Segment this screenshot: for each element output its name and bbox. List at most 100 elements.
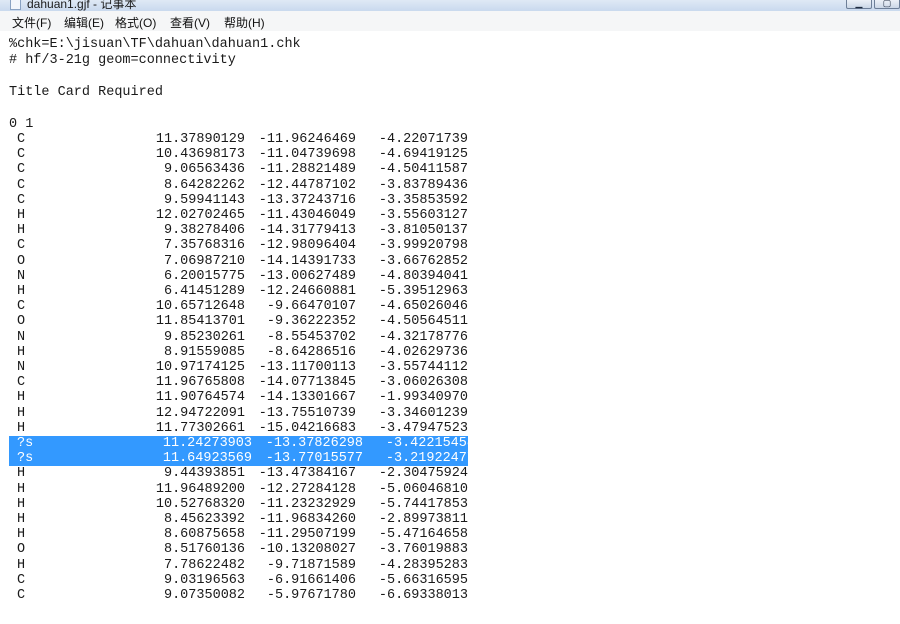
menu-file[interactable]: 文件(F) [12,14,51,31]
atom-coord-x: 7.35768316 [163,238,245,254]
atom-coord-y: -13.75510739 [258,405,356,421]
title-bar[interactable]: dahuan1.gjf - 记事本 ▁ ▢ [0,0,900,11]
atom-element: ?s [17,451,34,467]
atom-coord-y: -13.37826298 [265,436,363,451]
atom-coord-y: -11.04739698 [258,147,356,163]
menu-bar: 文件(F) 编辑(E) 格式(O) 查看(V) 帮助(H) [0,11,900,32]
atom-coord-x: 11.85413701 [155,314,245,330]
atom-coord-x: 11.24273903 [162,436,252,451]
atom-coord-z: -4.28395283 [378,557,468,573]
atom-element: C [17,572,26,588]
notepad-icon [10,0,21,10]
atom-coord-z: -3.55744112 [378,360,468,375]
atom-element: C [17,588,26,603]
minimize-button[interactable]: ▁ [846,0,872,9]
atom-coord-y: -13.00627489 [258,268,356,284]
atom-element: H [17,557,26,573]
atom-coord-x: 6.20015775 [163,268,245,284]
atom-coord-x: 7.78622482 [163,557,245,573]
atom-coord-y: -12.27284128 [258,481,356,497]
atom-row: C 8.64282262 -12.44787102 -3.83789436 [0,178,470,193]
atom-row: H 10.52768320 -11.23232929 -5.74417853 [0,497,470,512]
atom-row: H 8.60875658 -11.29507199 -5.47164658 [0,527,470,542]
atom-row: O 7.06987210 -14.14391733 -3.66762852 [0,254,470,269]
atom-coord-z: -3.99920798 [378,238,468,254]
atom-element: H [17,344,26,360]
atom-row: H 11.90764574 -14.13301667 -1.99340970 [0,390,470,405]
atom-coord-y: -11.23232929 [258,496,356,512]
header-line: Title Card Required [9,85,163,100]
atom-coord-x: 8.51760136 [163,542,245,558]
atom-coord-z: -4.22071739 [378,132,468,147]
atom-coord-z: -4.80394041 [378,268,468,284]
atom-element: H [17,390,26,406]
atom-element: O [17,314,26,330]
atom-coord-x: 11.96489200 [155,481,245,497]
atom-row: H 11.96489200 -12.27284128 -5.06046810 [0,482,470,497]
atom-row: H 12.02702465 -11.43046049 -3.55603127 [0,208,470,223]
atom-element: C [17,375,26,391]
atom-coord-x: 11.37890129 [155,132,245,147]
atom-coord-x: 11.64923569 [162,451,252,467]
atom-coord-z: -2.30475924 [378,466,468,482]
atom-element: H [17,527,26,543]
header-line: 0 1 [9,117,34,132]
menu-format[interactable]: 格式(O) [115,14,156,31]
atom-row: C 9.59941143 -13.37243716 -3.35853592 [0,193,470,208]
atom-coord-z: -5.47164658 [378,527,468,543]
atom-coord-y: -11.28821489 [258,162,356,178]
atom-coord-z: -3.81050137 [378,223,468,239]
atom-element: ?s [17,436,34,451]
atom-element: N [17,268,26,284]
atom-coord-x: 9.06563436 [163,162,245,178]
atom-coord-z: -5.06046810 [378,481,468,497]
header-line: # hf/3-21g geom=connectivity [9,53,236,68]
atom-coord-x: 7.06987210 [163,253,245,269]
atom-coord-x: 11.96765808 [155,375,245,391]
atom-coord-x: 11.77302661 [155,420,245,436]
atom-coord-z: -3.42215458 [385,436,475,451]
atom-coord-x: 10.43698173 [155,147,245,163]
atom-coord-y: -11.43046049 [258,208,356,223]
menu-edit[interactable]: 编辑(E) [64,14,104,31]
atom-element: H [17,496,26,512]
atom-coord-z: -4.32178776 [378,329,468,345]
atom-row: H 12.94722091 -13.75510739 -3.34601239 [0,406,470,421]
menu-help[interactable]: 帮助(H) [224,14,265,31]
atom-coord-y: -9.71871589 [266,557,356,573]
atom-coord-x: 9.38278406 [163,223,245,239]
atom-coord-x: 9.44393851 [163,466,245,482]
atom-row: O 8.51760136 -10.13208027 -3.76019883 [0,542,470,557]
maximize-button[interactable]: ▢ [874,0,900,9]
atom-coord-x: 8.60875658 [163,527,245,543]
atom-row-selected: ?s 11.64923569 -13.77015577 -3.21922477 [9,451,475,467]
text-editor[interactable]: %chk=E:\jisuan\TF\dahuan\dahuan1.chk # h… [0,31,900,624]
atom-element: C [17,177,26,193]
atom-coord-z: -3.83789436 [378,177,468,193]
atom-coord-z: -3.06026308 [378,375,468,391]
atom-coord-x: 6.41451289 [163,284,245,299]
atom-element: H [17,284,26,299]
atom-coord-y: -9.66470107 [266,299,356,315]
atom-coord-y: -14.31779413 [258,223,356,239]
atom-element: H [17,223,26,239]
atom-coord-y: -8.55453702 [266,329,356,345]
atom-element: N [17,360,26,375]
atom-element: O [17,542,26,558]
atom-element: C [17,147,26,163]
atom-row: C 10.65712648 -9.66470107 -4.65026046 [0,299,470,314]
atom-row: C 7.35768316 -12.98096404 -3.99920798 [0,238,470,253]
atom-coord-y: -15.04216683 [258,420,356,436]
atom-coord-x: 9.85230261 [163,329,245,345]
atom-coord-x: 12.02702465 [155,208,245,223]
atom-coord-y: -5.97671780 [266,588,356,603]
atom-coord-z: -3.47947523 [378,420,468,436]
atom-coord-z: -4.50411587 [378,162,468,178]
menu-view[interactable]: 查看(V) [170,14,210,31]
atom-row: H 9.38278406 -14.31779413 -3.81050137 [0,223,470,238]
atom-element: C [17,299,26,315]
atom-coord-z: -5.74417853 [378,496,468,512]
atom-coord-y: -12.24660881 [258,284,356,299]
atom-coord-y: -13.77015577 [265,451,363,467]
atom-coord-x: 11.90764574 [155,390,245,406]
